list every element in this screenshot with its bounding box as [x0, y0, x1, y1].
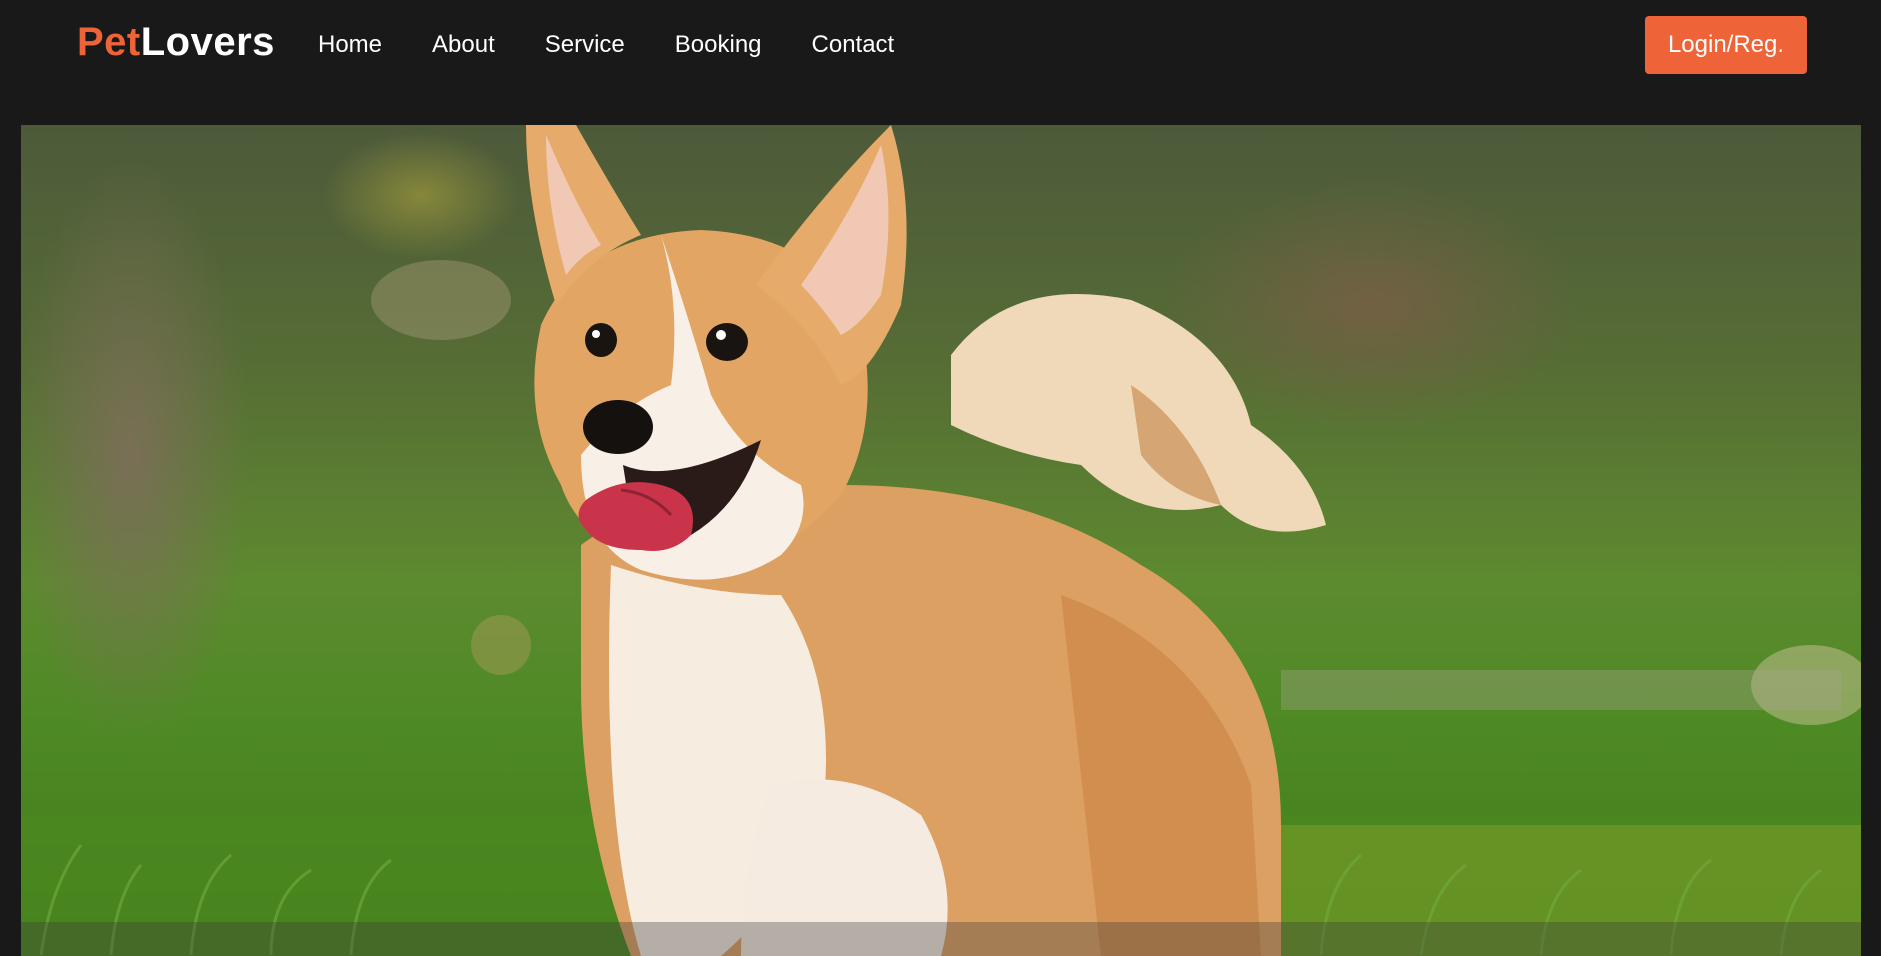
hero-bottom-overlay	[21, 922, 1861, 956]
brand-logo-pet: Pet	[77, 20, 141, 64]
nav-link-booking[interactable]: Booking	[675, 28, 762, 62]
nav-link-service[interactable]: Service	[545, 28, 625, 62]
brand-logo-lovers: Lovers	[140, 20, 275, 64]
main-nav: Home About Service Booking Contact	[318, 28, 944, 62]
hero-banner	[21, 125, 1861, 956]
nav-link-about[interactable]: About	[432, 28, 495, 62]
login-register-button[interactable]: Login/Reg.	[1645, 16, 1807, 74]
brand-logo[interactable]: PetLovers	[77, 18, 275, 66]
top-navbar: PetLovers Home About Service Booking Con…	[0, 0, 1881, 125]
nav-link-home[interactable]: Home	[318, 28, 382, 62]
nav-link-contact[interactable]: Contact	[812, 28, 895, 62]
hero-corgi-image	[21, 125, 1861, 956]
